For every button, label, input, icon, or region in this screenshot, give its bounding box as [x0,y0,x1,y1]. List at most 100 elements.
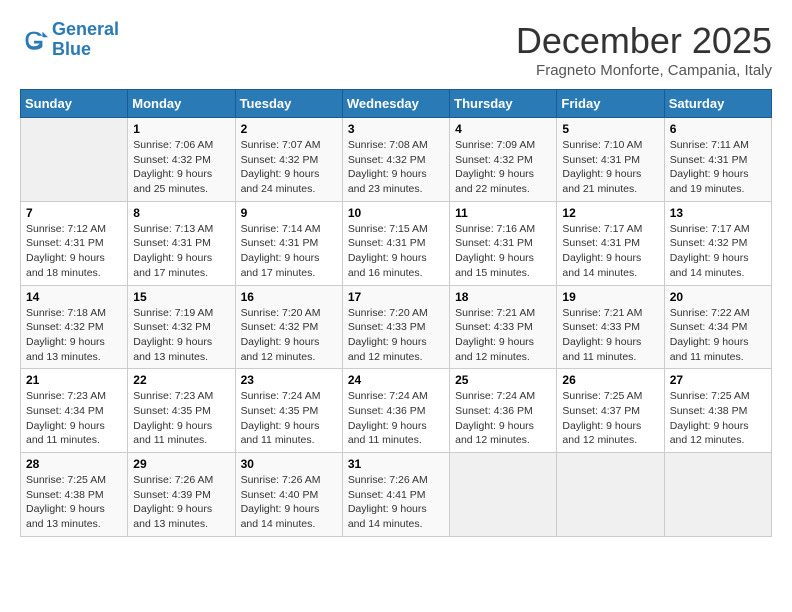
day-number: 5 [562,122,658,136]
day-number: 10 [348,206,444,220]
day-info: Sunrise: 7:18 AMSunset: 4:32 PMDaylight:… [26,306,122,365]
day-info: Sunrise: 7:08 AMSunset: 4:32 PMDaylight:… [348,138,444,197]
header-tuesday: Tuesday [235,90,342,118]
day-info: Sunrise: 7:13 AMSunset: 4:31 PMDaylight:… [133,222,229,281]
day-number: 11 [455,206,551,220]
day-number: 19 [562,290,658,304]
calendar-cell-w3-d0: 14 Sunrise: 7:18 AMSunset: 4:32 PMDaylig… [21,285,128,369]
day-number: 23 [241,373,337,387]
day-info: Sunrise: 7:21 AMSunset: 4:33 PMDaylight:… [455,306,551,365]
calendar-cell-w5-d3: 31 Sunrise: 7:26 AMSunset: 4:41 PMDaylig… [342,453,449,537]
day-number: 4 [455,122,551,136]
day-info: Sunrise: 7:24 AMSunset: 4:36 PMDaylight:… [348,389,444,448]
day-info: Sunrise: 7:15 AMSunset: 4:31 PMDaylight:… [348,222,444,281]
day-number: 21 [26,373,122,387]
calendar-cell-w2-d2: 9 Sunrise: 7:14 AMSunset: 4:31 PMDayligh… [235,201,342,285]
day-info: Sunrise: 7:06 AMSunset: 4:32 PMDaylight:… [133,138,229,197]
day-info: Sunrise: 7:24 AMSunset: 4:35 PMDaylight:… [241,389,337,448]
day-info: Sunrise: 7:11 AMSunset: 4:31 PMDaylight:… [670,138,766,197]
day-info: Sunrise: 7:12 AMSunset: 4:31 PMDaylight:… [26,222,122,281]
calendar-cell-w3-d1: 15 Sunrise: 7:19 AMSunset: 4:32 PMDaylig… [128,285,235,369]
location-subtitle: Fragneto Monforte, Campania, Italy [516,62,772,79]
calendar-cell-w4-d2: 23 Sunrise: 7:24 AMSunset: 4:35 PMDaylig… [235,369,342,453]
day-info: Sunrise: 7:20 AMSunset: 4:32 PMDaylight:… [241,306,337,365]
calendar-cell-w2-d3: 10 Sunrise: 7:15 AMSunset: 4:31 PMDaylig… [342,201,449,285]
calendar-cell-w2-d0: 7 Sunrise: 7:12 AMSunset: 4:31 PMDayligh… [21,201,128,285]
day-info: Sunrise: 7:26 AMSunset: 4:41 PMDaylight:… [348,473,444,532]
day-number: 29 [133,457,229,471]
day-info: Sunrise: 7:24 AMSunset: 4:36 PMDaylight:… [455,389,551,448]
day-info: Sunrise: 7:23 AMSunset: 4:35 PMDaylight:… [133,389,229,448]
calendar-cell-w3-d3: 17 Sunrise: 7:20 AMSunset: 4:33 PMDaylig… [342,285,449,369]
page-header: General Blue December 2025 Fragneto Monf… [20,20,772,79]
day-number: 9 [241,206,337,220]
logo: General Blue [20,20,119,60]
calendar-cell-w2-d1: 8 Sunrise: 7:13 AMSunset: 4:31 PMDayligh… [128,201,235,285]
header-sunday: Sunday [21,90,128,118]
week-row-2: 7 Sunrise: 7:12 AMSunset: 4:31 PMDayligh… [21,201,772,285]
day-number: 30 [241,457,337,471]
day-info: Sunrise: 7:25 AMSunset: 4:38 PMDaylight:… [26,473,122,532]
calendar-cell-w1-d0 [21,118,128,202]
calendar-cell-w4-d0: 21 Sunrise: 7:23 AMSunset: 4:34 PMDaylig… [21,369,128,453]
week-row-5: 28 Sunrise: 7:25 AMSunset: 4:38 PMDaylig… [21,453,772,537]
calendar-cell-w1-d3: 3 Sunrise: 7:08 AMSunset: 4:32 PMDayligh… [342,118,449,202]
day-number: 22 [133,373,229,387]
week-row-3: 14 Sunrise: 7:18 AMSunset: 4:32 PMDaylig… [21,285,772,369]
logo-icon [20,26,48,54]
week-row-4: 21 Sunrise: 7:23 AMSunset: 4:34 PMDaylig… [21,369,772,453]
day-info: Sunrise: 7:07 AMSunset: 4:32 PMDaylight:… [241,138,337,197]
logo-line1: General [52,19,119,39]
header-saturday: Saturday [664,90,771,118]
calendar-cell-w5-d0: 28 Sunrise: 7:25 AMSunset: 4:38 PMDaylig… [21,453,128,537]
day-info: Sunrise: 7:09 AMSunset: 4:32 PMDaylight:… [455,138,551,197]
day-number: 7 [26,206,122,220]
header-wednesday: Wednesday [342,90,449,118]
day-info: Sunrise: 7:20 AMSunset: 4:33 PMDaylight:… [348,306,444,365]
calendar-cell-w3-d5: 19 Sunrise: 7:21 AMSunset: 4:33 PMDaylig… [557,285,664,369]
calendar-cell-w5-d1: 29 Sunrise: 7:26 AMSunset: 4:39 PMDaylig… [128,453,235,537]
day-info: Sunrise: 7:26 AMSunset: 4:39 PMDaylight:… [133,473,229,532]
day-info: Sunrise: 7:26 AMSunset: 4:40 PMDaylight:… [241,473,337,532]
calendar-cell-w2-d5: 12 Sunrise: 7:17 AMSunset: 4:31 PMDaylig… [557,201,664,285]
logo-line2: Blue [52,39,91,59]
header-thursday: Thursday [450,90,557,118]
calendar-cell-w1-d2: 2 Sunrise: 7:07 AMSunset: 4:32 PMDayligh… [235,118,342,202]
calendar-cell-w3-d4: 18 Sunrise: 7:21 AMSunset: 4:33 PMDaylig… [450,285,557,369]
logo-text: General Blue [52,20,119,60]
header-monday: Monday [128,90,235,118]
day-number: 20 [670,290,766,304]
day-info: Sunrise: 7:22 AMSunset: 4:34 PMDaylight:… [670,306,766,365]
day-number: 26 [562,373,658,387]
calendar-cell-w5-d4 [450,453,557,537]
day-info: Sunrise: 7:25 AMSunset: 4:37 PMDaylight:… [562,389,658,448]
day-number: 24 [348,373,444,387]
calendar-cell-w2-d6: 13 Sunrise: 7:17 AMSunset: 4:32 PMDaylig… [664,201,771,285]
day-number: 31 [348,457,444,471]
day-number: 25 [455,373,551,387]
calendar-cell-w4-d1: 22 Sunrise: 7:23 AMSunset: 4:35 PMDaylig… [128,369,235,453]
day-info: Sunrise: 7:14 AMSunset: 4:31 PMDaylight:… [241,222,337,281]
title-block: December 2025 Fragneto Monforte, Campani… [516,20,772,79]
day-info: Sunrise: 7:25 AMSunset: 4:38 PMDaylight:… [670,389,766,448]
calendar-cell-w1-d5: 5 Sunrise: 7:10 AMSunset: 4:31 PMDayligh… [557,118,664,202]
day-info: Sunrise: 7:16 AMSunset: 4:31 PMDaylight:… [455,222,551,281]
calendar-cell-w5-d2: 30 Sunrise: 7:26 AMSunset: 4:40 PMDaylig… [235,453,342,537]
day-number: 13 [670,206,766,220]
day-number: 14 [26,290,122,304]
day-number: 27 [670,373,766,387]
day-number: 28 [26,457,122,471]
calendar-cell-w5-d5 [557,453,664,537]
day-info: Sunrise: 7:17 AMSunset: 4:31 PMDaylight:… [562,222,658,281]
calendar-cell-w4-d3: 24 Sunrise: 7:24 AMSunset: 4:36 PMDaylig… [342,369,449,453]
calendar-cell-w1-d1: 1 Sunrise: 7:06 AMSunset: 4:32 PMDayligh… [128,118,235,202]
day-number: 1 [133,122,229,136]
calendar-cell-w1-d4: 4 Sunrise: 7:09 AMSunset: 4:32 PMDayligh… [450,118,557,202]
header-friday: Friday [557,90,664,118]
calendar-cell-w3-d6: 20 Sunrise: 7:22 AMSunset: 4:34 PMDaylig… [664,285,771,369]
month-title: December 2025 [516,20,772,62]
calendar-cell-w4-d4: 25 Sunrise: 7:24 AMSunset: 4:36 PMDaylig… [450,369,557,453]
day-number: 18 [455,290,551,304]
calendar-cell-w4-d5: 26 Sunrise: 7:25 AMSunset: 4:37 PMDaylig… [557,369,664,453]
calendar-cell-w2-d4: 11 Sunrise: 7:16 AMSunset: 4:31 PMDaylig… [450,201,557,285]
